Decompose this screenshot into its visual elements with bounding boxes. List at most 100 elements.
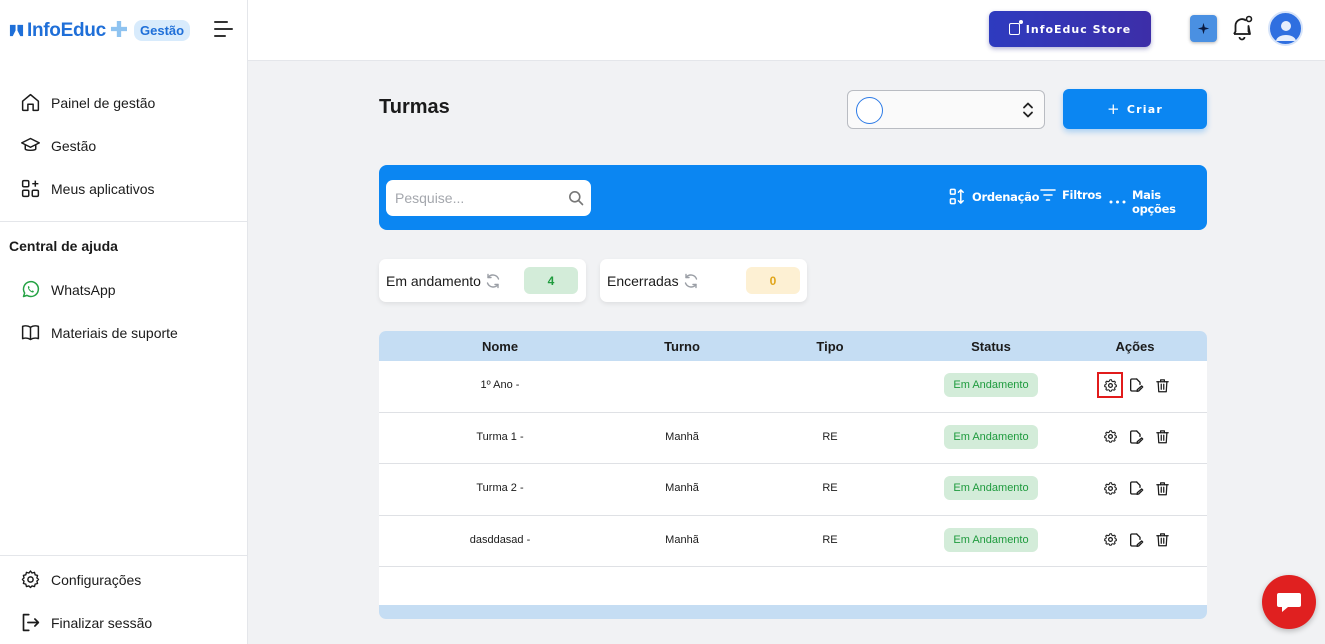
sidebar-item-whatsapp[interactable]: WhatsApp xyxy=(0,268,247,311)
settings-button[interactable] xyxy=(1097,475,1123,501)
table-row[interactable]: dasddasad - Manhã RE Em Andamento xyxy=(379,516,1207,567)
notifications-button[interactable] xyxy=(1229,14,1255,42)
sort-button[interactable]: Ordenação xyxy=(949,188,1040,205)
edit-button[interactable] xyxy=(1123,372,1149,398)
status-badge: Em Andamento xyxy=(944,373,1038,397)
table-row[interactable]: Turma 1 - Manhã RE Em Andamento xyxy=(379,413,1207,464)
graduation-cap-icon xyxy=(21,137,40,152)
menu-toggle-icon[interactable] xyxy=(214,21,234,39)
chat-button[interactable] xyxy=(1262,575,1316,629)
gear-icon xyxy=(1103,378,1117,392)
stat-in-progress[interactable]: Em andamento 4 xyxy=(379,259,586,302)
table-row[interactable]: 1º Ano - Em Andamento xyxy=(379,361,1207,413)
plus-icon: + xyxy=(1107,100,1121,118)
table-body: 1º Ano - Em Andamento Turma 1 - Manhã RE Em A… xyxy=(379,361,1207,567)
sidebar-item-label: Materiais de suporte xyxy=(51,324,178,341)
table-footer xyxy=(379,605,1207,619)
cell-status: Em Andamento xyxy=(911,527,1071,558)
status-badge: Em Andamento xyxy=(944,476,1038,500)
filters-label: Filtros xyxy=(1062,188,1102,202)
column-header-turno[interactable]: Turno xyxy=(602,339,762,354)
help-section-title: Central de ajuda xyxy=(9,238,118,254)
filters-button[interactable]: Filtros xyxy=(1040,188,1102,202)
edit-icon xyxy=(1130,532,1144,547)
more-options-button[interactable]: Mais opções xyxy=(1109,188,1207,216)
brand: InfoEduc ✚ Gestão xyxy=(0,0,247,61)
logo-mark-icon xyxy=(9,24,24,37)
sidebar-item-label: Gestão xyxy=(51,137,97,154)
edit-button[interactable] xyxy=(1123,424,1149,450)
trash-icon xyxy=(1155,378,1169,392)
cell-nome: Turma 2 - xyxy=(476,482,524,494)
trash-icon xyxy=(1155,481,1169,495)
top-bar: InfoEduc Store xyxy=(248,0,1325,61)
help-nav: WhatsApp Materiais de suporte xyxy=(0,268,247,354)
bell-icon xyxy=(1233,15,1253,41)
column-header-status[interactable]: Status xyxy=(911,339,1071,354)
sidebar-item-materiais[interactable]: Materiais de suporte xyxy=(0,311,247,354)
table-row[interactable]: Turma 2 - Manhã RE Em Andamento xyxy=(379,464,1207,516)
sidebar-item-label: Finalizar sessão xyxy=(51,614,153,631)
school-select[interactable] xyxy=(847,90,1045,129)
sidebar-item-configuracoes[interactable]: Configurações xyxy=(0,558,247,601)
delete-button[interactable] xyxy=(1149,527,1175,553)
cell-turno: Manhã xyxy=(665,533,699,546)
trash-icon xyxy=(1155,430,1169,444)
cell-status: Em Andamento xyxy=(911,476,1071,506)
delete-button[interactable] xyxy=(1149,475,1175,501)
more-horizontal-icon xyxy=(1109,200,1126,204)
search-input[interactable] xyxy=(386,180,566,216)
home-icon xyxy=(21,93,40,112)
user-icon xyxy=(1275,20,1296,41)
edit-button[interactable] xyxy=(1123,527,1149,553)
infoeduc-store-button[interactable]: InfoEduc Store xyxy=(989,11,1151,47)
filter-icon xyxy=(1040,189,1056,201)
user-avatar[interactable] xyxy=(1268,11,1303,46)
create-button-label: Criar xyxy=(1126,102,1163,116)
cell-tipo: RE xyxy=(822,430,838,443)
trash-icon xyxy=(1155,533,1169,547)
gear-icon xyxy=(1103,430,1117,443)
sidebar-bottom-nav: Configurações Finalizar sessão xyxy=(0,555,247,644)
classes-table: Nome Turno Tipo Status Ações 1º Ano - Em … xyxy=(379,331,1207,619)
gear-icon xyxy=(1103,533,1117,546)
sidebar-item-label: Painel de gestão xyxy=(51,94,156,111)
delete-button[interactable] xyxy=(1149,372,1175,398)
sidebar-item-logout[interactable]: Finalizar sessão xyxy=(0,601,247,644)
cell-nome: dasddasad - xyxy=(469,533,531,546)
edit-icon xyxy=(1130,481,1144,495)
sidebar: InfoEduc ✚ Gestão Painel de gestão Gestã… xyxy=(0,0,248,644)
settings-button[interactable] xyxy=(1097,424,1123,450)
select-avatar xyxy=(856,97,883,124)
stat-closed-count: 0 xyxy=(746,267,800,294)
delete-button[interactable] xyxy=(1149,424,1175,450)
settings-button[interactable] xyxy=(1097,527,1123,553)
edit-icon xyxy=(1130,378,1144,392)
search-icon[interactable] xyxy=(568,190,584,206)
cell-nome: 1º Ano - xyxy=(480,379,520,391)
column-header-tipo[interactable]: Tipo xyxy=(750,339,910,354)
create-button[interactable]: + Criar xyxy=(1063,89,1207,129)
cell-status: Em Andamento xyxy=(911,373,1071,403)
sidebar-item-label: WhatsApp xyxy=(51,281,116,298)
cell-status: Em Andamento xyxy=(911,424,1071,455)
column-header-acoes: Ações xyxy=(1115,338,1155,354)
refresh-icon xyxy=(684,273,697,288)
logout-icon xyxy=(22,613,40,632)
gear-icon xyxy=(21,570,40,589)
logo[interactable]: InfoEduc ✚ xyxy=(9,17,128,43)
stat-closed[interactable]: Encerradas 0 xyxy=(600,259,807,302)
sidebar-item-label: Configurações xyxy=(51,571,142,588)
sparkle-button[interactable] xyxy=(1190,15,1217,42)
page-title: Turmas xyxy=(379,96,450,118)
table-header: Nome Turno Tipo Status Ações xyxy=(379,331,1207,361)
settings-button[interactable] xyxy=(1097,372,1123,398)
sidebar-item-aplicativos[interactable]: Meus aplicativos xyxy=(0,167,247,210)
row-actions xyxy=(1097,372,1175,398)
sidebar-item-gestao[interactable]: Gestão xyxy=(0,124,247,167)
sidebar-item-painel[interactable]: Painel de gestão xyxy=(0,81,247,124)
apps-icon xyxy=(21,179,40,198)
edit-button[interactable] xyxy=(1123,475,1149,501)
row-actions xyxy=(1097,475,1175,501)
column-header-nome[interactable]: Nome xyxy=(420,339,580,354)
